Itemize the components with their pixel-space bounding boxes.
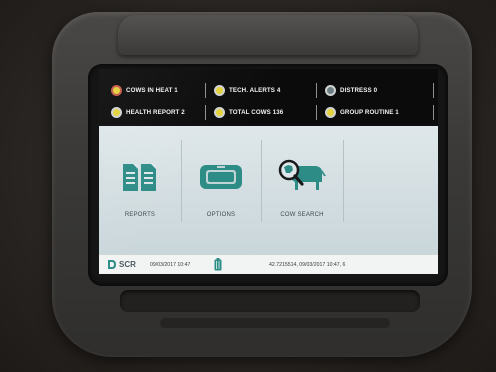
reports-icon	[123, 164, 156, 191]
alert-indicator-icon	[325, 84, 336, 96]
cow-search-label: COW SEARCH	[280, 212, 324, 218]
device-top-lip	[118, 15, 418, 55]
brand-name: SCR	[119, 260, 136, 269]
alert-indicator-icon	[214, 84, 225, 96]
device-screen: COWS IN HEAT 1 TECH. ALERTS 4 DISTRESS 0…	[99, 69, 438, 274]
status-separator	[433, 83, 434, 98]
alert-indicator-icon	[325, 106, 336, 118]
status-total-cows[interactable]: TOTAL COWS 136	[214, 103, 283, 121]
reports-button[interactable]: REPORTS	[99, 126, 181, 254]
status-label: TECH. ALERTS 4	[229, 86, 281, 94]
status-health-report[interactable]: HEALTH REPORT 2	[111, 103, 185, 121]
status-label: DISTRESS 0	[340, 86, 378, 94]
cow-search-button[interactable]: COW SEARCH	[262, 126, 342, 254]
cow-search-icon	[278, 159, 326, 190]
status-distress[interactable]: DISTRESS 0	[325, 81, 377, 99]
status-label: HEALTH REPORT 2	[126, 108, 185, 116]
status-label: COWS IN HEAT 1	[126, 86, 178, 94]
status-label: TOTAL COWS 136	[229, 108, 284, 116]
status-separator	[205, 105, 206, 120]
status-tech-alerts[interactable]: TECH. ALERTS 4	[214, 81, 280, 99]
status-group-routine[interactable]: GROUP ROUTINE 1	[325, 103, 399, 121]
status-cows-in-heat[interactable]: COWS IN HEAT 1	[111, 81, 178, 99]
options-label: OPTIONS	[206, 212, 236, 218]
device-bottom-groove	[160, 318, 390, 328]
tile-divider	[343, 140, 344, 222]
status-bar: COWS IN HEAT 1 TECH. ALERTS 4 DISTRESS 0…	[99, 69, 438, 125]
options-button[interactable]: OPTIONS	[182, 126, 260, 254]
alert-indicator-icon	[214, 106, 225, 118]
status-label: GROUP ROUTINE 1	[340, 108, 399, 116]
reports-label: REPORTS	[124, 212, 156, 218]
alert-indicator-icon	[111, 84, 122, 96]
footer-bar: SCR 09/03/2017 10:47 42.7215514, 09/03/2…	[99, 254, 438, 274]
main-menu-panel: REPORTS OPTIONS COW SEARCH	[99, 126, 438, 254]
options-icon	[200, 165, 242, 189]
status-separator	[316, 105, 317, 120]
gps-coordinates: 42.7215514, 09/03/2017 10:47, 6	[269, 262, 346, 268]
device-bottom-slot	[120, 290, 420, 312]
status-separator	[433, 105, 434, 120]
status-separator	[205, 83, 206, 98]
photo-scene: COWS IN HEAT 1 TECH. ALERTS 4 DISTRESS 0…	[0, 0, 496, 372]
scr-logo-icon	[108, 260, 116, 269]
battery-icon	[214, 258, 222, 271]
alert-indicator-icon	[111, 106, 122, 118]
status-separator	[316, 83, 317, 98]
current-datetime: 09/03/2017 10:47	[150, 262, 191, 268]
